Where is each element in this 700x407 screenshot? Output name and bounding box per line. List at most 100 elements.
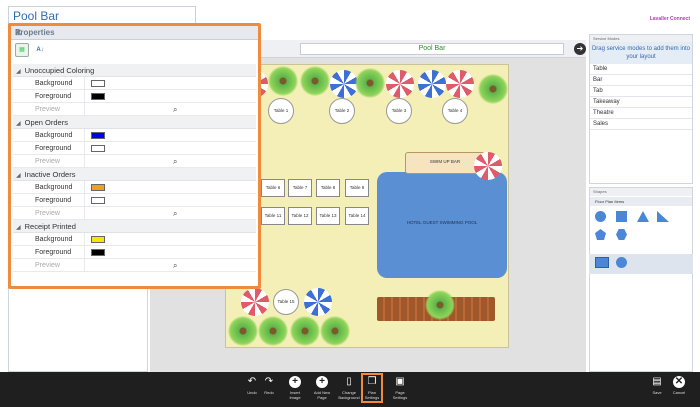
- cancel-button[interactable]: ✕ Cancel: [668, 376, 690, 395]
- umbrella-icon[interactable]: [241, 288, 269, 316]
- pool-label: HOTEL GUEST SWIMMING POOL: [406, 220, 478, 225]
- circle-shape-icon[interactable]: [595, 211, 606, 222]
- save-button[interactable]: ▤ Save: [646, 376, 668, 395]
- redo-button[interactable]: ↷ Redo: [258, 376, 280, 395]
- color-swatch[interactable]: [91, 132, 105, 139]
- palm-tree-icon[interactable]: [268, 66, 298, 96]
- collapse-icon[interactable]: ◢: [16, 225, 21, 231]
- plus-icon: +: [316, 376, 328, 388]
- save-icon: ▤: [652, 376, 662, 387]
- palm-tree-icon[interactable]: [355, 68, 385, 98]
- color-value[interactable]: [85, 142, 256, 155]
- ellipse-shape-icon[interactable]: [616, 257, 627, 268]
- color-swatch[interactable]: [91, 197, 105, 204]
- section-inactive-orders[interactable]: ◢ Inactive Orders: [13, 168, 256, 181]
- service-mode-sales[interactable]: Sales: [590, 119, 692, 130]
- magnifier-icon[interactable]: ⌕: [173, 155, 177, 168]
- umbrella-icon[interactable]: [330, 70, 358, 98]
- shapes-category[interactable]: Floor Plan Items: [590, 197, 692, 206]
- preview-value[interactable]: ⌕: [85, 259, 256, 272]
- section-open-orders[interactable]: ◢ Open Orders: [13, 116, 256, 129]
- table-2[interactable]: Table 2: [329, 98, 355, 124]
- rectangle-shape-icon[interactable]: [595, 257, 609, 268]
- magnifier-icon[interactable]: ⌕: [173, 259, 177, 272]
- palm-tree-icon[interactable]: [258, 316, 288, 346]
- palm-tree-icon[interactable]: [300, 66, 330, 96]
- service-mode-theatre[interactable]: Theatre: [590, 108, 692, 119]
- property-label: Foreground: [25, 90, 85, 103]
- page-settings-button[interactable]: ▣ Page Settings: [389, 376, 411, 400]
- insert-image-button[interactable]: + Insert Image: [284, 376, 306, 400]
- section-receipt-printed[interactable]: ◢ Receipt Printed: [13, 220, 256, 233]
- add-new-page-button[interactable]: + Add New Page: [311, 376, 333, 400]
- magnifier-icon[interactable]: ⌕: [173, 207, 177, 220]
- table-12[interactable]: Table 12: [288, 207, 312, 225]
- magnifier-icon[interactable]: ⌕: [173, 103, 177, 116]
- color-value[interactable]: [85, 90, 256, 103]
- preview-value[interactable]: ⌕: [85, 207, 256, 220]
- service-mode-tab[interactable]: Tab: [590, 86, 692, 97]
- table-4[interactable]: Table 4: [442, 98, 468, 124]
- color-value[interactable]: [85, 181, 256, 194]
- palm-tree-icon[interactable]: [425, 290, 455, 320]
- palm-tree-icon[interactable]: [320, 316, 350, 346]
- swimming-pool[interactable]: HOTEL GUEST SWIMMING POOL: [377, 172, 507, 278]
- plan-settings-button[interactable]: ❐ Plan Settings: [361, 373, 383, 403]
- color-swatch[interactable]: [91, 184, 105, 191]
- umbrella-icon[interactable]: [446, 70, 474, 98]
- color-value[interactable]: [85, 246, 256, 259]
- color-swatch[interactable]: [91, 80, 105, 87]
- table-9[interactable]: Table 9: [345, 179, 369, 197]
- next-arrow-icon[interactable]: ➔: [574, 43, 586, 55]
- umbrella-icon[interactable]: [386, 70, 414, 98]
- swim-up-bar[interactable]: SWIM UP BAR: [405, 152, 485, 174]
- table-6[interactable]: Table 6: [261, 179, 285, 197]
- table-14[interactable]: Table 14: [345, 207, 369, 225]
- change-background-button[interactable]: ▯ Change Background: [338, 376, 360, 400]
- property-label: Background: [25, 129, 85, 142]
- floor-plan-name-field[interactable]: Pool Bar: [300, 43, 564, 55]
- color-value[interactable]: [85, 194, 256, 207]
- table-8[interactable]: Table 8: [316, 179, 340, 197]
- table-3[interactable]: Table 3: [386, 98, 412, 124]
- umbrella-icon[interactable]: [418, 70, 446, 98]
- color-swatch[interactable]: [91, 145, 105, 152]
- preview-value[interactable]: ⌕: [85, 103, 256, 116]
- service-mode-table[interactable]: Table: [590, 64, 692, 75]
- palm-tree-icon[interactable]: [290, 316, 320, 346]
- color-value[interactable]: [85, 233, 256, 246]
- collapse-icon[interactable]: ◢: [16, 173, 21, 179]
- section-unoccupied-coloring[interactable]: ◢ Unoccupied Coloring: [13, 64, 256, 77]
- collapse-icon[interactable]: ◢: [16, 121, 21, 127]
- plan-title-text: Pool Bar: [13, 9, 60, 23]
- service-modes-hint: Drag service modes to add them into your…: [590, 42, 692, 64]
- color-swatch[interactable]: [91, 93, 105, 100]
- collapse-icon[interactable]: ◢: [16, 69, 21, 75]
- table-15[interactable]: Table 15: [273, 289, 299, 315]
- palm-tree-icon[interactable]: [228, 316, 258, 346]
- table-7[interactable]: Table 7: [288, 179, 312, 197]
- service-mode-bar[interactable]: Bar: [590, 75, 692, 86]
- preview-value[interactable]: ⌕: [85, 155, 256, 168]
- right-triangle-shape-icon[interactable]: [657, 211, 669, 222]
- umbrella-icon[interactable]: [474, 152, 502, 180]
- table-13[interactable]: Table 13: [316, 207, 340, 225]
- categorized-view-icon[interactable]: ▦: [15, 43, 29, 57]
- table-1[interactable]: Table 1: [268, 98, 294, 124]
- background-icon: ▯: [346, 376, 352, 387]
- color-value[interactable]: [85, 77, 256, 90]
- property-label: Foreground: [25, 194, 85, 207]
- property-label: Preview: [25, 155, 85, 168]
- table-11[interactable]: Table 11: [261, 207, 285, 225]
- umbrella-icon[interactable]: [304, 288, 332, 316]
- color-value[interactable]: [85, 129, 256, 142]
- color-swatch[interactable]: [91, 236, 105, 243]
- palm-tree-icon[interactable]: [478, 74, 508, 104]
- brand-logo: Lavaller Connect: [649, 16, 690, 22]
- color-swatch[interactable]: [91, 249, 105, 256]
- sort-alphabetical-icon[interactable]: A↓: [33, 43, 47, 57]
- triangle-shape-icon[interactable]: [637, 211, 649, 222]
- close-icon[interactable]: ✕: [15, 28, 254, 37]
- square-shape-icon[interactable]: [616, 211, 627, 222]
- service-mode-takeaway[interactable]: Takeaway: [590, 97, 692, 108]
